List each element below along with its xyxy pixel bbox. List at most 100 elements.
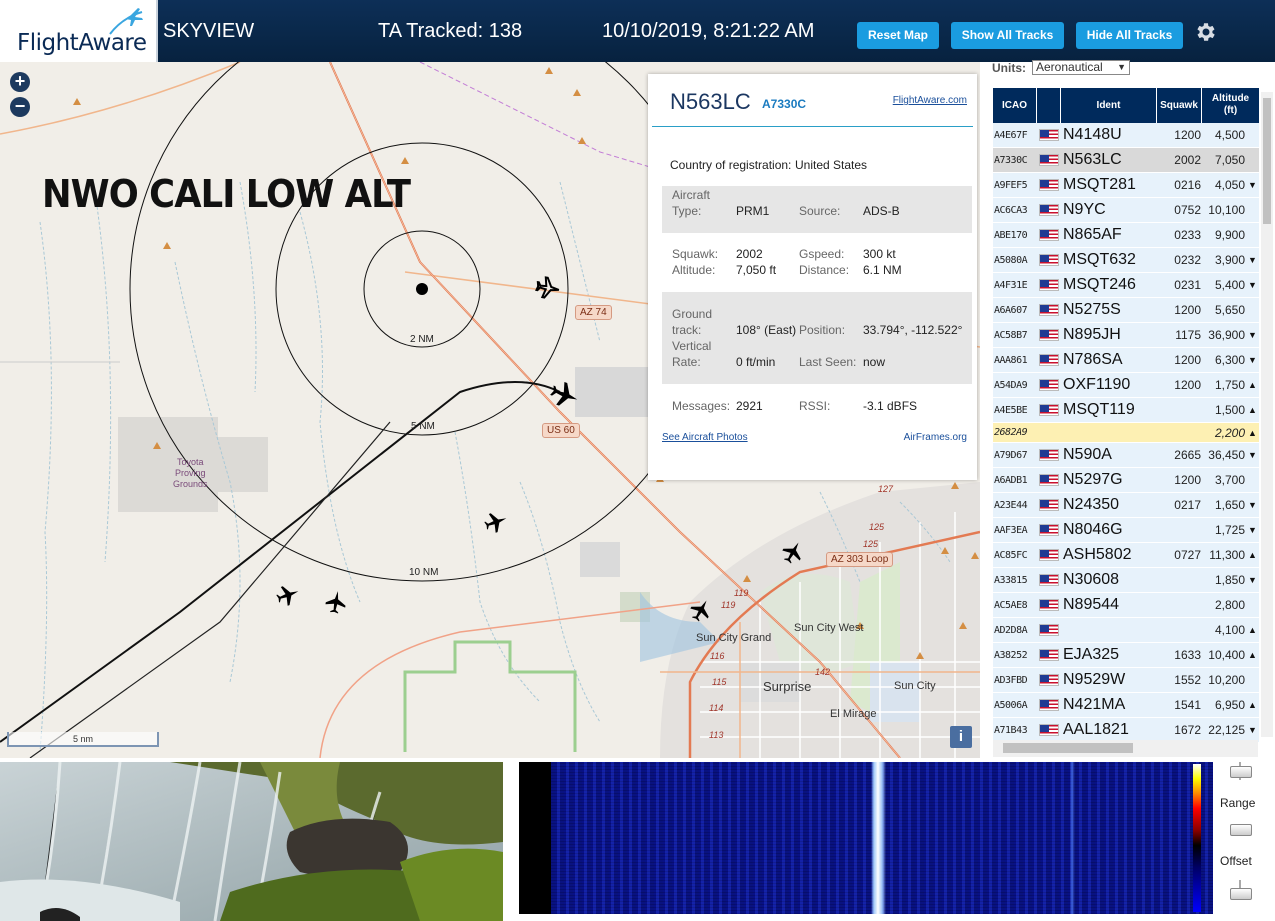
table-row[interactable]: AC5AE8 N89544 2,800: [993, 593, 1259, 618]
altitude-cell: 3,700: [1214, 473, 1245, 487]
table-row[interactable]: 2682A9 2,200 ▲: [993, 423, 1259, 443]
zoom-in-button[interactable]: +: [10, 72, 30, 92]
horizontal-scrollbar[interactable]: [993, 740, 1258, 757]
aircraft-icon: [535, 276, 560, 299]
gspeed-value: 300 kt: [863, 247, 896, 261]
trend-cell: [1248, 148, 1258, 172]
col-flag[interactable]: [1037, 88, 1061, 123]
scrollbar-thumb[interactable]: [1263, 98, 1271, 224]
table-row[interactable]: A54DA9 OXF1190 1200 1,750 ▲: [993, 373, 1259, 398]
icao-cell: A23E44: [994, 499, 1028, 511]
flag-cell: [1039, 248, 1061, 272]
airframes-link[interactable]: AirFrames.org: [904, 432, 967, 443]
flag-cell: [1039, 568, 1061, 592]
vertical-rate-label: Vertical: [672, 339, 712, 353]
altitude-cell: 2,200: [1214, 425, 1245, 440]
place-sun-city-grand: Sun City Grand: [696, 632, 772, 644]
trend-cell: ▼: [1248, 255, 1257, 265]
scrollbar-thumb[interactable]: [1003, 743, 1133, 753]
flightaware-link[interactable]: FlightAware.com: [893, 95, 967, 106]
popup-band: [662, 292, 972, 384]
spectrogram-image: [519, 762, 1213, 914]
ident-cell: N895JH: [1063, 326, 1121, 343]
vertical-rate-label-2: Rate:: [672, 355, 701, 369]
ident-cell: N30608: [1063, 571, 1120, 588]
hide-all-tracks-button[interactable]: Hide All Tracks: [1076, 22, 1183, 49]
vertical-rate-value: 0 ft/min: [736, 355, 776, 369]
col-altitude-label: Altitude: [1211, 93, 1250, 104]
vertical-scrollbar[interactable]: [1261, 92, 1273, 737]
gear-icon[interactable]: [1193, 20, 1217, 44]
flightaware-logo[interactable]: FlightAware: [0, 0, 158, 62]
table-row[interactable]: A4E67F N4148U 1200 4,500: [993, 123, 1259, 148]
units-label: Units:: [992, 61, 1026, 75]
table-row[interactable]: A79D67 N590A 2665 36,450 ▼: [993, 443, 1259, 468]
aircraft-photos-link[interactable]: See Aircraft Photos: [662, 432, 748, 443]
map-view[interactable]: + − NWO CALI LOW ALT 2 NM 5 NM 10 NM Toy…: [0, 62, 980, 758]
squawk-cell: 1200: [1174, 128, 1201, 142]
rssi-label: RSSI:: [799, 399, 831, 413]
ident-cell: MSQT281: [1063, 176, 1136, 193]
units-select[interactable]: Aeronautical ▼: [1032, 60, 1130, 75]
table-row[interactable]: AAF3EA N8046G 1,725 ▼: [993, 518, 1259, 543]
road-number: 125: [863, 539, 879, 549]
table-row[interactable]: A4F31E MSQT246 0231 5,400 ▼: [993, 273, 1259, 298]
table-row[interactable]: A5006A N421MA 1541 6,950 ▲: [993, 693, 1259, 718]
road-number: 114: [709, 703, 724, 713]
table-row[interactable]: AD2D8A 4,100 ▲: [993, 618, 1259, 643]
road-number: 127: [878, 484, 894, 494]
flag-cell: [1039, 348, 1061, 372]
squawk-cell: [1156, 593, 1201, 617]
squawk-cell: 0752: [1174, 203, 1201, 217]
table-row[interactable]: A33815 N30608 1,850 ▼: [993, 568, 1259, 593]
table-row[interactable]: A5080A MSQT632 0232 3,900 ▼: [993, 248, 1259, 273]
country-value: United States: [795, 158, 868, 172]
table-row[interactable]: AC58B7 N895JH 1175 36,900 ▼: [993, 323, 1259, 348]
table-row[interactable]: A7330C N563LC 2002 7,050: [993, 148, 1259, 173]
col-squawk[interactable]: Squawk: [1157, 88, 1202, 123]
info-icon[interactable]: i: [950, 726, 972, 748]
table-row[interactable]: A23E44 N24350 0217 1,650 ▼: [993, 493, 1259, 518]
table-row[interactable]: A9FEF5 MSQT281 0216 4,050 ▼: [993, 173, 1259, 198]
zoom-out-button[interactable]: −: [10, 97, 30, 117]
mid-slider-handle[interactable]: [1230, 824, 1252, 836]
last-seen-value: now: [863, 355, 886, 369]
us-flag-icon: [1039, 279, 1059, 291]
table-row[interactable]: A38252 EJA325 1633 10,400 ▲: [993, 643, 1259, 668]
squawk-cell: 1552: [1174, 673, 1201, 687]
table-row[interactable]: A6ADB1 N5297G 1200 3,700: [993, 468, 1259, 493]
icao-cell: AC5AE8: [994, 599, 1028, 611]
waterfall-photo: [0, 762, 503, 921]
table-row[interactable]: AAA861 N786SA 1200 6,300 ▼: [993, 348, 1259, 373]
ident-cell: MSQT632: [1063, 251, 1136, 268]
reset-map-button[interactable]: Reset Map: [857, 22, 939, 49]
aircraft-type-value: PRM1: [736, 204, 770, 218]
trend-cell: [1248, 668, 1258, 692]
us-flag-icon: [1039, 304, 1059, 316]
altitude-cell: 6,950: [1214, 698, 1245, 712]
trend-cell: [1248, 223, 1258, 247]
table-row[interactable]: AC85FC ASH5802 0727 11,300 ▲: [993, 543, 1259, 568]
col-altitude[interactable]: Altitude (ft): [1202, 88, 1259, 123]
table-row[interactable]: AD3FBD N9529W 1552 10,200: [993, 668, 1259, 693]
offset-slider-handle[interactable]: [1230, 888, 1252, 900]
trend-cell: ▼: [1248, 450, 1257, 460]
ring-label-5nm: 5 NM: [411, 421, 435, 432]
col-icao[interactable]: ICAO: [993, 88, 1037, 123]
icao-cell: 2682A9: [994, 427, 1028, 438]
table-row[interactable]: A6A607 N5275S 1200 5,650: [993, 298, 1259, 323]
col-ident[interactable]: Ident: [1061, 88, 1157, 123]
show-all-tracks-button[interactable]: Show All Tracks: [951, 22, 1064, 49]
source-value: ADS-B: [863, 204, 900, 218]
range-slider-handle[interactable]: [1230, 766, 1252, 778]
table-row[interactable]: AC6CA3 N9YC 0752 10,100: [993, 198, 1259, 223]
us-flag-icon: [1039, 204, 1059, 216]
altitude-cell: 4,500: [1214, 128, 1245, 142]
squawk-cell: 1200: [1174, 378, 1201, 392]
trend-cell: ▲: [1248, 650, 1257, 660]
altitude-cell: 4,100: [1214, 623, 1245, 637]
table-row[interactable]: ABE170 N865AF 0233 9,900: [993, 223, 1259, 248]
altitude-cell: 1,750: [1214, 378, 1245, 392]
ident-cell: N9529W: [1063, 671, 1126, 688]
table-row[interactable]: A4E5BE MSQT119 1,500 ▲: [993, 398, 1259, 423]
